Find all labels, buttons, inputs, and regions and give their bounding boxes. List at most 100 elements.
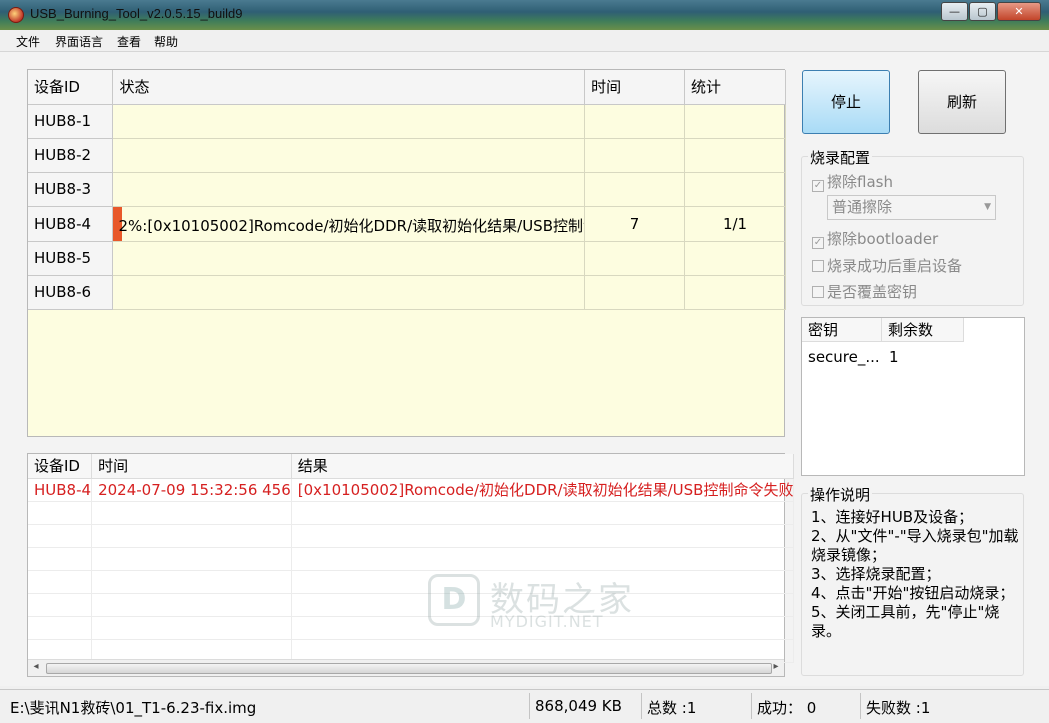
grid-row[interactable]: HUB8-5 — [28, 241, 786, 276]
overwrite-key-option[interactable]: 是否覆盖密钥 — [812, 281, 917, 302]
log-device: HUB8-4 — [28, 478, 93, 502]
maximize-button[interactable]: ▢ — [969, 2, 996, 21]
instructions-title: 操作说明 — [808, 484, 873, 505]
minimize-button[interactable]: — — [941, 2, 968, 21]
app-icon — [8, 7, 24, 23]
grid-stats — [684, 138, 786, 173]
refresh-button[interactable]: 刷新 — [918, 70, 1006, 134]
grid-device: HUB8-6 — [28, 275, 114, 310]
grid-time — [584, 172, 686, 207]
key-list[interactable]: 密钥 剩余数 secure_... 1 — [801, 317, 1025, 476]
chevron-down-icon: ▼ — [984, 202, 991, 212]
grid-status — [112, 138, 586, 173]
grid-row[interactable]: HUB8-6 — [28, 275, 786, 310]
log-row-empty — [28, 570, 795, 594]
grid-status — [112, 104, 586, 139]
erase-mode-select[interactable]: 普通擦除 ▼ — [827, 195, 996, 220]
menu-file[interactable]: 文件 — [16, 33, 40, 50]
key-header-name[interactable]: 密钥 — [802, 318, 882, 342]
checkbox-empty-icon[interactable] — [812, 286, 824, 298]
erase-bootloader-option[interactable]: ✓ 擦除bootloader — [812, 228, 938, 249]
reboot-after-label: 烧录成功后重启设备 — [827, 257, 963, 275]
grid-stats — [684, 241, 786, 276]
log-row-empty — [28, 524, 795, 548]
erase-flash-label: 擦除flash — [827, 173, 893, 191]
total-count: 总数 :1 — [647, 699, 697, 717]
status-divider — [751, 693, 752, 719]
menu-language[interactable]: 界面语言 — [55, 33, 103, 50]
log-header-result[interactable]: 结果 — [291, 454, 795, 479]
status-divider — [529, 693, 530, 719]
window-title: USB_Burning_Tool_v2.0.5.15_build9 — [30, 6, 243, 21]
grid-stats — [684, 172, 786, 207]
log-header-device[interactable]: 设备ID — [28, 454, 93, 479]
grid-row[interactable]: HUB8-2 — [28, 138, 786, 173]
grid-stats — [684, 275, 786, 310]
menu-help[interactable]: 帮助 — [154, 33, 178, 50]
erase-mode-value: 普通擦除 — [832, 198, 893, 216]
grid-device: HUB8-3 — [28, 172, 114, 207]
key-count: 1 — [889, 348, 899, 366]
erase-flash-option[interactable]: ✓ 擦除flash — [812, 171, 893, 192]
grid-device: HUB8-4 — [28, 206, 114, 242]
fail-count: 失败数 :1 — [866, 699, 931, 717]
grid-row[interactable]: HUB8-1 — [28, 104, 786, 139]
status-divider — [641, 693, 642, 719]
grid-time — [584, 241, 686, 276]
scroll-right-icon[interactable]: ▸ — [768, 661, 784, 672]
erase-bootloader-label: 擦除bootloader — [827, 230, 939, 248]
close-button[interactable]: ✕ — [997, 2, 1041, 21]
key-name[interactable]: secure_... — [808, 348, 880, 366]
log-result: [0x10105002]Romcode/初始化DDR/读取初始化结果/USB控制… — [291, 478, 795, 502]
status-divider — [860, 693, 861, 719]
grid-device: HUB8-5 — [28, 241, 114, 276]
success-count: 成功： 0 — [757, 699, 817, 717]
instructions-group: 操作说明 1、连接好HUB及设备； 2、从"文件"-"导入烧录包"加载烧录镜像；… — [801, 484, 1024, 676]
log-time: 2024-07-09 15:32:56 456 — [91, 478, 292, 502]
scroll-left-icon[interactable]: ◂ — [28, 661, 44, 672]
log-header-time[interactable]: 时间 — [91, 454, 292, 479]
grid-row[interactable]: HUB8-3 — [28, 172, 786, 207]
status-bar: E:\斐讯N1救砖\01_T1-6.23-fix.img 868,049 KB … — [0, 689, 1049, 723]
checkbox-empty-icon[interactable] — [812, 260, 824, 272]
file-size: 868,049 KB — [535, 697, 622, 715]
grid-time — [584, 138, 686, 173]
title-bar[interactable]: USB_Burning_Tool_v2.0.5.15_build9 — ▢ ✕ — [0, 0, 1049, 30]
log-row-empty — [28, 593, 795, 617]
log-row-empty — [28, 547, 795, 571]
checkbox-checked-icon[interactable]: ✓ — [812, 237, 824, 249]
watermark-sub: MYDIGIT.NET — [490, 612, 604, 631]
grid-header-stats[interactable]: 统计 — [684, 70, 786, 105]
grid-device: HUB8-2 — [28, 138, 114, 173]
reboot-after-option[interactable]: 烧录成功后重启设备 — [812, 255, 962, 276]
horizontal-scrollbar[interactable]: ◂ ▸ — [28, 659, 784, 676]
status-text: 2%:[0x10105002]Romcode/初始化DDR/读取初始化结果/US… — [118, 216, 584, 235]
instructions-text: 1、连接好HUB及设备； 2、从"文件"-"导入烧录包"加载烧录镜像； 3、选择… — [811, 508, 1019, 640]
burn-config-title: 烧录配置 — [808, 147, 873, 168]
checkbox-checked-icon[interactable]: ✓ — [812, 180, 824, 192]
burn-config-group: 烧录配置 ✓ 擦除flash 普通擦除 ▼ ✓ 擦除bootloader 烧录成功后… — [801, 147, 1024, 306]
grid-status: 2%:[0x10105002]Romcode/初始化DDR/读取初始化结果/US… — [112, 206, 586, 242]
log-row-empty — [28, 616, 795, 640]
grid-header-device[interactable]: 设备ID — [28, 70, 114, 105]
grid-stats — [684, 104, 786, 139]
stop-button[interactable]: 停止 — [802, 70, 890, 134]
scrollbar-thumb[interactable] — [46, 663, 772, 674]
watermark-logo: D — [428, 574, 480, 626]
log-list[interactable]: 设备ID 时间 结果 HUB8-4 2024-07-09 15:32:56 45… — [27, 453, 795, 677]
file-path: E:\斐讯N1救砖\01_T1-6.23-fix.img — [10, 699, 257, 717]
window-controls: — ▢ ✕ — [940, 2, 1041, 21]
grid-row-active[interactable]: HUB8-4 2%:[0x10105002]Romcode/初始化DDR/读取初… — [28, 206, 786, 242]
grid-stats: 1/1 — [684, 206, 786, 242]
menu-view[interactable]: 查看 — [117, 33, 141, 50]
grid-time: 7 — [584, 206, 686, 242]
grid-status — [112, 275, 586, 310]
grid-status — [112, 172, 586, 207]
key-header-count[interactable]: 剩余数 — [882, 318, 964, 342]
grid-status — [112, 241, 586, 276]
log-row[interactable]: HUB8-4 2024-07-09 15:32:56 456 [0x101050… — [28, 478, 795, 502]
device-grid[interactable]: 设备ID 状态 时间 统计 HUB8-1 HUB8-2 HUB8-3 HUB8-… — [27, 69, 786, 437]
grid-header-status[interactable]: 状态 — [112, 70, 586, 105]
grid-header-time[interactable]: 时间 — [584, 70, 686, 105]
grid-device: HUB8-1 — [28, 104, 114, 139]
